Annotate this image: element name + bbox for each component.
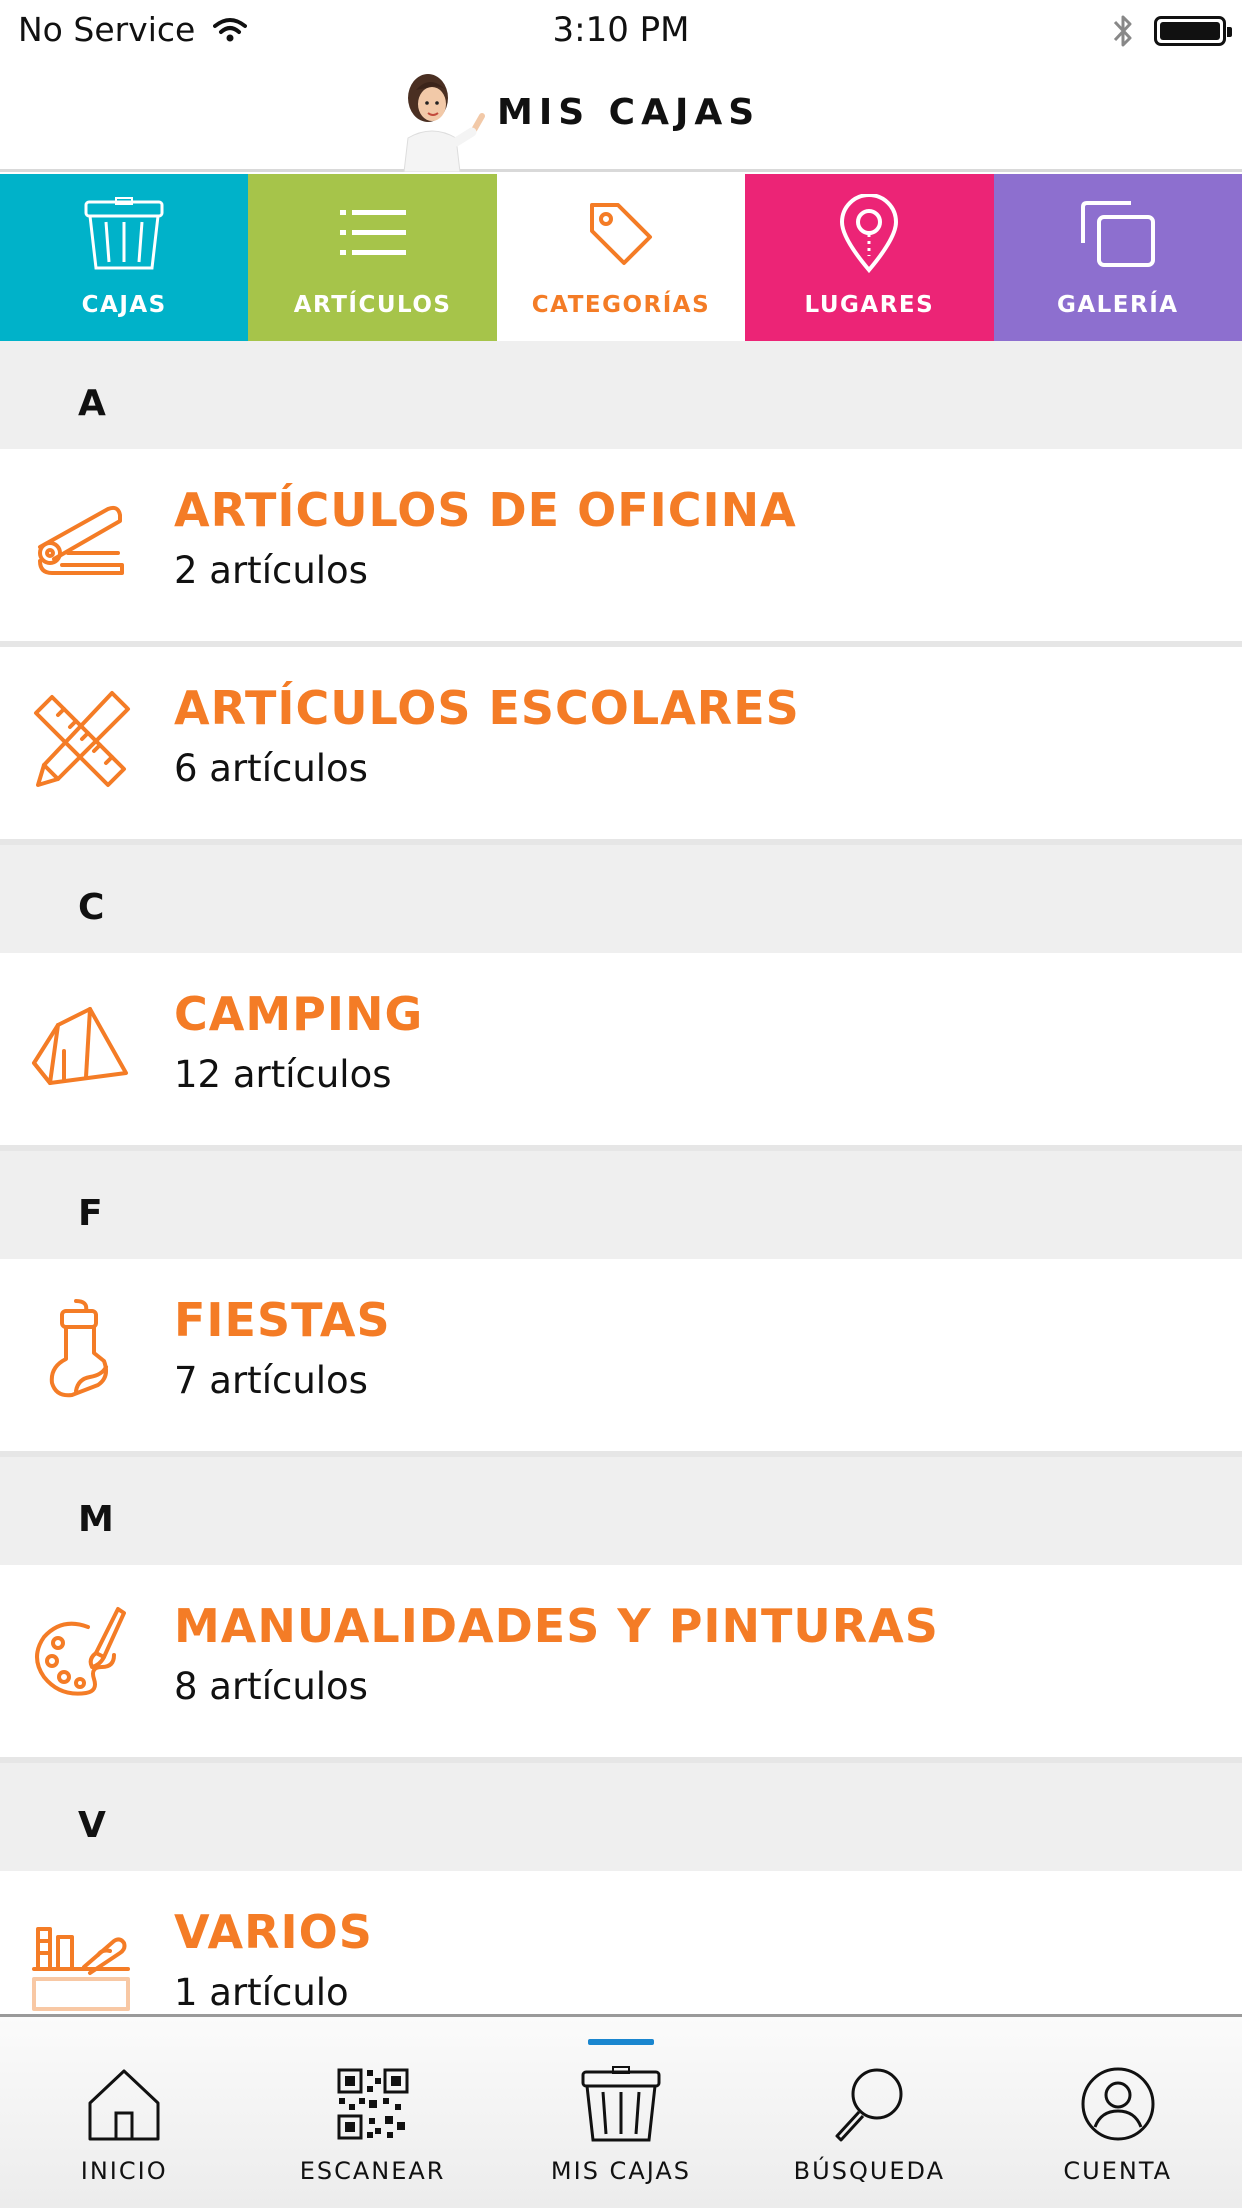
category-title: VARIOS [174,1905,373,1959]
category-count: 6 artículos [174,747,368,790]
battery-icon [1154,16,1232,46]
home-icon [79,2061,169,2147]
category-title: ARTÍCULOS ESCOLARES [174,681,800,735]
category-count: 2 artículos [174,549,368,592]
nav-label: MIS CAJAS [550,2157,692,2185]
category-title: CAMPING [174,987,424,1041]
tab-label: CATEGORÍAS [531,292,711,318]
list-item-articulos-escolares[interactable]: ARTÍCULOS ESCOLARES 6 artículos [0,647,1242,845]
tag-icon [576,194,666,274]
nav-escanear[interactable]: ESCANEAR [248,2017,496,2208]
tab-articulos[interactable]: ARTÍCULOS [248,174,497,341]
active-tab-indicator [587,2039,654,2045]
section-letter: M [78,1499,114,1540]
category-count: 8 artículos [174,1665,368,1708]
app-header: MIS CAJAS [0,62,1242,172]
list-icon [328,194,418,274]
qr-code-icon [328,2061,418,2147]
nav-cuenta[interactable]: CUENTA [994,2017,1242,2208]
page-title: MIS CAJAS [497,92,761,133]
tab-label: ARTÍCULOS [293,292,452,318]
user-icon [1073,2061,1163,2147]
palette-icon [35,1607,126,1696]
box-icon [79,194,169,274]
misc-tools-icon [32,1927,130,2011]
nav-inicio[interactable]: INICIO [0,2017,248,2208]
nav-label: BÚSQUEDA [793,2157,946,2185]
location-pin-icon [824,194,914,274]
section-letter: A [78,383,106,424]
status-bar: No Service 3:10 PM [0,0,1242,62]
list-item-manualidades-y-pinturas[interactable]: MANUALIDADES Y PINTURAS 8 artículos [0,1565,1242,1763]
list-item-fiestas[interactable]: FIESTAS 7 artículos [0,1259,1242,1457]
nav-label: INICIO [80,2157,168,2185]
tab-categorias[interactable]: CATEGORÍAS [496,174,746,341]
bottom-nav: INICIO ESCANEAR MIS CAJAS BÚSQUEDA CUENT… [0,2014,1242,2208]
section-letter: V [78,1805,106,1846]
section-letter: C [78,887,105,928]
box-icon [576,2061,666,2147]
category-title: ARTÍCULOS DE OFICINA [174,483,797,537]
section-letter: F [78,1193,103,1234]
section-header-m: M [0,1457,1242,1565]
tab-cajas[interactable]: CAJAS [0,174,249,341]
tab-lugares[interactable]: LUGARES [745,174,994,341]
category-count: 1 artículo [174,1971,349,2014]
search-icon [824,2061,914,2147]
category-title: MANUALIDADES Y PINTURAS [174,1599,939,1653]
section-header-f: F [0,1151,1242,1259]
tent-icon [32,1007,128,1085]
status-time: 3:10 PM [552,10,690,50]
nav-label: CUENTA [1063,2157,1173,2185]
ruler-pencil-icon [34,691,130,787]
nav-busqueda[interactable]: BÚSQUEDA [745,2017,993,2208]
category-count: 7 artículos [174,1359,368,1402]
category-title: FIESTAS [174,1293,391,1347]
list-item-camping[interactable]: CAMPING 12 artículos [0,953,1242,1151]
category-count: 12 artículos [174,1053,392,1096]
section-header-c: C [0,845,1242,953]
section-header-a: A [0,341,1242,449]
bluetooth-icon [1113,15,1132,47]
status-right [1112,12,1232,50]
section-header-v: V [0,1763,1242,1871]
stapler-icon [38,505,124,575]
tab-label: CAJAS [81,292,167,318]
stocking-icon [49,1299,108,1398]
mascot-avatar [403,74,485,172]
list-item-articulos-de-oficina[interactable]: ARTÍCULOS DE OFICINA 2 artículos [0,449,1242,647]
top-tabs: CAJAS ARTÍCULOS CATEGORÍAS LUGARES GALER… [0,174,1242,341]
tab-label: GALERÍA [1056,292,1179,318]
nav-label: ESCANEAR [299,2157,446,2185]
gallery-icon [1073,194,1163,274]
nav-mis-cajas[interactable]: MIS CAJAS [497,2017,745,2208]
category-list: A ARTÍCULOS DE OFICINA 2 artículos ARTÍC… [0,341,1242,2069]
tab-galeria[interactable]: GALERÍA [993,174,1242,341]
tab-label: LUGARES [804,292,935,318]
